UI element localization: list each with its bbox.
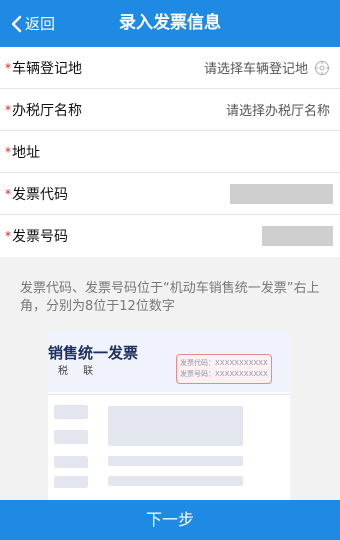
sample-invoice-title: 销售统一发票 xyxy=(48,344,139,362)
sample-block xyxy=(54,405,88,419)
registration-place-label: * 车辆登记地 xyxy=(5,60,82,77)
sample-block xyxy=(108,456,243,466)
invoice-code-row[interactable]: * 发票代码 xyxy=(0,173,340,215)
hint-text: 发票代码、发票号码位于“机动车销售统一发票”右上角，分别为8位于12位数字 xyxy=(20,281,320,314)
required-mark: * xyxy=(5,229,11,243)
sample-block xyxy=(54,476,88,488)
required-mark: * xyxy=(5,60,11,75)
tax-office-row[interactable]: * 办税厅名称 请选择办税厅名称 xyxy=(0,89,340,131)
required-mark: * xyxy=(5,144,11,159)
invoice-number-label: * 发票号码 xyxy=(5,229,68,245)
header-bar: 返回 录入发票信息 xyxy=(0,0,340,47)
sample-code-line: 发票代码：XXXXXXXXXXX xyxy=(180,359,268,367)
sample-invoice-subtitle: 税 联 xyxy=(58,366,100,377)
tax-office-select[interactable]: 请选择办税厅名称 xyxy=(226,100,330,119)
invoice-form: * 车辆登记地 请选择车辆登记地 * 办税厅名称 请选择办税厅名称 * 地址 *… xyxy=(0,47,340,257)
next-step-button[interactable]: 下一步 xyxy=(0,500,340,540)
sample-invoice-image: 销售统一发票 税 联 发票代码：XXXXXXXXXXX 发票号码：XXXXXXX… xyxy=(48,330,290,500)
sample-divider xyxy=(48,394,290,395)
invoice-number-input[interactable] xyxy=(262,226,333,246)
sample-block xyxy=(108,406,243,446)
tax-office-label: * 办税厅名称 xyxy=(5,102,82,119)
registration-place-placeholder: 请选择车辆登记地 xyxy=(203,62,308,77)
invoice-number-row[interactable]: * 发票号码 xyxy=(0,215,340,257)
tax-office-placeholder: 请选择办税厅名称 xyxy=(225,104,330,119)
invoice-code-label: * 发票代码 xyxy=(5,186,68,203)
address-label: * 地址 xyxy=(5,144,40,161)
sample-block xyxy=(54,456,88,468)
invoice-code-input[interactable] xyxy=(230,184,333,204)
registration-place-row[interactable]: * 车辆登记地 请选择车辆登记地 xyxy=(0,47,340,89)
required-mark: * xyxy=(5,186,11,201)
sample-number-line: 发票号码：XXXXXXXXXXX xyxy=(180,370,268,378)
page-title: 录入发票信息 xyxy=(119,13,221,33)
address-row: * 地址 xyxy=(0,131,340,173)
registration-place-select[interactable]: 请选择车辆登记地 xyxy=(204,58,330,77)
required-mark: * xyxy=(5,102,11,117)
location-icon[interactable] xyxy=(314,60,330,76)
sample-block xyxy=(108,476,243,486)
sample-code-highlight: 发票代码：XXXXXXXXXXX 发票号码：XXXXXXXXXXX xyxy=(176,354,272,384)
sample-block xyxy=(54,430,88,444)
